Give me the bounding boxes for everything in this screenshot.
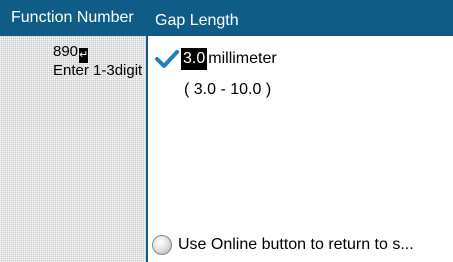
- online-button-icon: [152, 235, 172, 255]
- function-number-title: Function Number: [11, 9, 134, 26]
- unit-label: millimeter: [208, 50, 277, 67]
- function-number-value: 890↵: [53, 43, 88, 63]
- online-hint-text: Use Online button to return to s...: [178, 236, 414, 253]
- checkmark-icon: [155, 50, 179, 68]
- function-number-hint: Enter 1-3digit: [53, 62, 143, 79]
- function-number-digits: 890: [53, 43, 79, 60]
- enter-key-icon: ↵: [79, 48, 89, 63]
- gap-length-dialog: Gap Length 3.0 millimeter ( 3.0 - 10.0 )…: [146, 6, 453, 262]
- online-hint: Use Online button to return to s...: [152, 232, 453, 258]
- dialog-title: Gap Length: [148, 6, 453, 36]
- selected-value-row[interactable]: 3.0 millimeter: [155, 47, 277, 71]
- allowed-range: ( 3.0 - 10.0 ): [184, 81, 272, 98]
- gap-length-value[interactable]: 3.0: [181, 48, 208, 70]
